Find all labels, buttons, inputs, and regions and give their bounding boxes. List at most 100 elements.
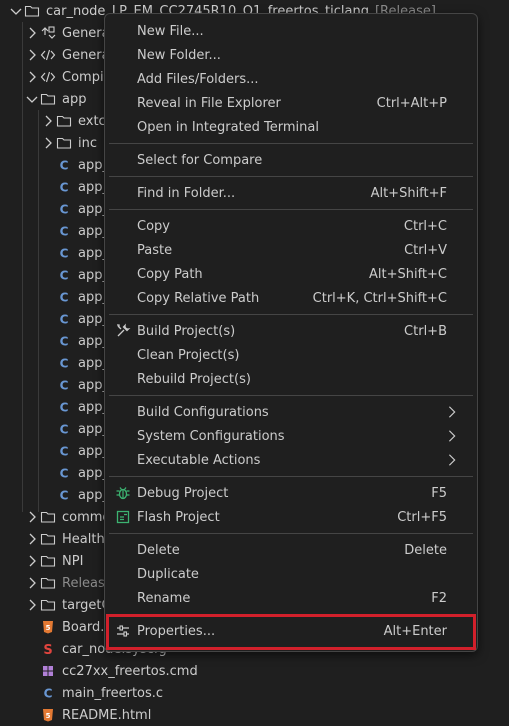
menu-item-label: Executable Actions [137,452,261,468]
syscfg-icon: S [40,641,56,657]
generated-icon [40,25,56,41]
chevron-right-icon[interactable] [24,531,40,547]
chevron-right-icon[interactable] [24,597,40,613]
c-file-icon: C [56,289,72,305]
menu-item-delete[interactable]: Delete Delete [109,538,473,562]
menu-item-find-in-folder[interactable]: Find in Folder... Alt+Shift+F [109,181,473,205]
tree-file-row[interactable]: 5 README.html [0,704,509,726]
menu-item-build-project-s[interactable]: Build Project(s) Ctrl+B [109,319,473,343]
tree-file-row[interactable]: cc27xx_freertos.cmd [0,660,509,682]
twistie-spacer [40,267,56,283]
menu-item-shortcut: Ctrl+C [403,218,447,234]
menu-item-copy[interactable]: Copy Ctrl+C [109,214,473,238]
menu-item-shortcut: Ctrl+K, Ctrl+Shift+C [312,290,447,306]
chevron-down-icon[interactable] [8,3,24,19]
menu-item-label: Build Configurations [137,404,269,420]
menu-separator [109,209,473,210]
chevron-right-icon[interactable] [24,47,40,63]
menu-item-label: Copy Path [137,266,203,282]
menu-item-executable-actions[interactable]: Executable Actions [109,448,473,472]
svg-text:5: 5 [46,712,51,720]
svg-text:C: C [60,225,69,239]
menu-item-shortcut: Ctrl+F5 [397,509,447,525]
folder-icon [40,531,56,547]
menu-item-label: Delete [137,542,180,558]
menu-item-new-file[interactable]: New File... [109,19,473,43]
c-file-icon: C [40,685,56,701]
chevron-right-icon[interactable] [24,69,40,85]
menu-separator [109,176,473,177]
menu-item-label: Open in Integrated Terminal [137,119,319,135]
menu-item-add-files-folders[interactable]: Add Files/Folders... [109,67,473,91]
menu-separator [109,395,473,396]
cmd-file-icon [40,663,56,679]
menu-item-shortcut: Ctrl+V [404,242,447,258]
twistie-spacer [40,289,56,305]
menu-item-system-configurations[interactable]: System Configurations [109,424,473,448]
menu-item-reveal-in-file-explorer[interactable]: Reveal in File Explorer Ctrl+Alt+P [109,91,473,115]
c-file-icon: C [56,311,72,327]
chevron-right-icon [445,429,459,447]
tree-file-row[interactable]: Cmain_freertos.c [0,682,509,704]
project-icon [24,3,40,19]
chevron-right-icon[interactable] [24,553,40,569]
svg-text:C: C [44,687,53,701]
menu-item-open-in-integrated-terminal[interactable]: Open in Integrated Terminal [109,115,473,139]
menu-item-rename[interactable]: Rename F2 [109,586,473,610]
menu-item-label: Add Files/Folders... [137,71,259,87]
menu-item-select-for-compare[interactable]: Select for Compare [109,148,473,172]
menu-item-label: Rebuild Project(s) [137,371,251,387]
svg-text:C: C [60,423,69,437]
folder-icon [40,575,56,591]
menu-item-copy-path[interactable]: Copy Path Alt+Shift+C [109,262,473,286]
c-file-icon: C [56,465,72,481]
svg-text:C: C [60,467,69,481]
c-file-icon: C [56,267,72,283]
code-icon [40,69,56,85]
twistie-spacer [24,685,40,701]
menu-item-shortcut: Alt+Shift+C [368,266,447,282]
menu-item-label: Reveal in File Explorer [137,95,281,111]
menu-separator [109,143,473,144]
menu-item-debug-project[interactable]: Debug Project F5 [109,481,473,505]
menu-item-label: Paste [137,242,173,258]
menu-item-rebuild-project-s[interactable]: Rebuild Project(s) [109,367,473,391]
svg-text:C: C [60,291,69,305]
tree-item-label: app [62,91,87,107]
svg-text:5: 5 [46,624,51,632]
c-file-icon: C [56,355,72,371]
c-file-icon: C [56,179,72,195]
chevron-right-icon [445,453,459,471]
svg-text:C: C [60,269,69,283]
svg-text:C: C [60,203,69,217]
chevron-down-icon[interactable] [24,91,40,107]
folder-icon [40,597,56,613]
menu-item-new-folder[interactable]: New Folder... [109,43,473,67]
chevron-right-icon[interactable] [24,575,40,591]
chevron-right-icon[interactable] [40,135,56,151]
menu-item-build-configurations[interactable]: Build Configurations [109,400,473,424]
svg-text:C: C [60,357,69,371]
html-file-icon: 5 [40,619,56,635]
menu-item-paste[interactable]: Paste Ctrl+V [109,238,473,262]
menu-item-label: Find in Folder... [137,185,236,201]
twistie-spacer [24,707,40,723]
menu-item-flash-project[interactable]: Flash Project Ctrl+F5 [109,505,473,529]
menu-item-shortcut: Ctrl+B [404,323,447,339]
menu-item-label: Flash Project [137,509,220,525]
chevron-right-icon[interactable] [24,25,40,41]
chevron-right-icon [445,405,459,423]
twistie-spacer [24,619,40,635]
twistie-spacer [24,663,40,679]
twistie-spacer [40,179,56,195]
menu-item-clean-project-s[interactable]: Clean Project(s) [109,343,473,367]
menu-item-shortcut: Delete [404,542,447,558]
chevron-right-icon[interactable] [40,113,56,129]
twistie-spacer [40,377,56,393]
menu-item-copy-relative-path[interactable]: Copy Relative Path Ctrl+K, Ctrl+Shift+C [109,286,473,310]
menu-item-duplicate[interactable]: Duplicate [109,562,473,586]
c-file-icon: C [56,377,72,393]
svg-text:C: C [60,181,69,195]
c-file-icon: C [56,245,72,261]
chevron-right-icon[interactable] [24,509,40,525]
